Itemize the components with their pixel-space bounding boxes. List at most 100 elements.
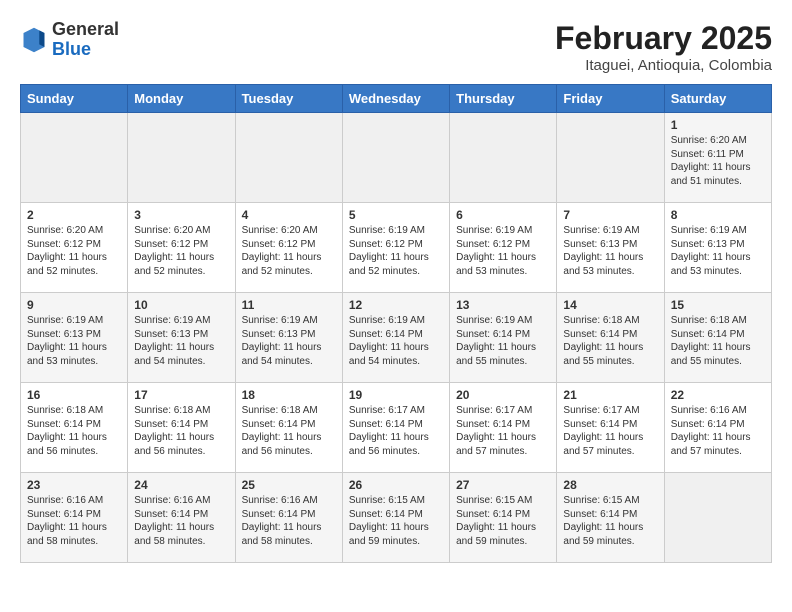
day-info: Sunrise: 6:18 AM Sunset: 6:14 PM Dayligh… — [134, 404, 228, 458]
day-info: Sunrise: 6:20 AM Sunset: 6:12 PM Dayligh… — [242, 224, 336, 278]
calendar-cell: 1 Sunrise: 6:20 AM Sunset: 6:11 PM Daylig… — [664, 113, 771, 203]
day-number: 15 — [671, 298, 765, 312]
weekday-header-tuesday: Tuesday — [235, 85, 342, 113]
day-info: Sunrise: 6:17 AM Sunset: 6:14 PM Dayligh… — [456, 404, 550, 458]
calendar-cell: 11 Sunrise: 6:19 AM Sunset: 6:13 PM Dayli… — [235, 293, 342, 383]
calendar-cell: 18 Sunrise: 6:18 AM Sunset: 6:14 PM Dayli… — [235, 383, 342, 473]
weekday-header-row: SundayMondayTuesdayWednesdayThursdayFrid… — [21, 85, 772, 113]
day-info: Sunrise: 6:19 AM Sunset: 6:12 PM Dayligh… — [349, 224, 443, 278]
calendar-cell: 5 Sunrise: 6:19 AM Sunset: 6:12 PM Daylig… — [342, 203, 449, 293]
day-number: 19 — [349, 388, 443, 402]
calendar-cell: 3 Sunrise: 6:20 AM Sunset: 6:12 PM Daylig… — [128, 203, 235, 293]
calendar-cell: 23Sunrise: 6:16 AM Sunset: 6:14 PM Dayli… — [21, 473, 128, 563]
day-info: Sunrise: 6:19 AM Sunset: 6:13 PM Dayligh… — [242, 314, 336, 368]
day-number: 1 — [671, 118, 765, 132]
logo-icon — [20, 26, 48, 54]
day-info: Sunrise: 6:17 AM Sunset: 6:14 PM Dayligh… — [563, 404, 657, 458]
calendar-cell: 14 Sunrise: 6:18 AM Sunset: 6:14 PM Dayli… — [557, 293, 664, 383]
day-number: 12 — [349, 298, 443, 312]
title-block: February 2025 Itaguei, Antioquia, Colomb… — [555, 20, 772, 74]
weekday-header-monday: Monday — [128, 85, 235, 113]
calendar-table: SundayMondayTuesdayWednesdayThursdayFrid… — [20, 84, 772, 563]
day-number: 11 — [242, 298, 336, 312]
calendar-cell: 10 Sunrise: 6:19 AM Sunset: 6:13 PM Dayli… — [128, 293, 235, 383]
day-info: Sunrise: 6:19 AM Sunset: 6:12 PM Dayligh… — [456, 224, 550, 278]
calendar-cell: 4 Sunrise: 6:20 AM Sunset: 6:12 PM Daylig… — [235, 203, 342, 293]
weekday-header-sunday: Sunday — [21, 85, 128, 113]
calendar-cell: 8 Sunrise: 6:19 AM Sunset: 6:13 PM Daylig… — [664, 203, 771, 293]
day-number: 6 — [456, 208, 550, 222]
page-header: General Blue February 2025 Itaguei, Anti… — [20, 20, 772, 74]
calendar-cell — [557, 113, 664, 203]
day-number: 27 — [456, 478, 550, 492]
weekday-header-thursday: Thursday — [450, 85, 557, 113]
logo: General Blue — [20, 20, 119, 60]
day-number: 21 — [563, 388, 657, 402]
calendar-cell: 7 Sunrise: 6:19 AM Sunset: 6:13 PM Daylig… — [557, 203, 664, 293]
calendar-cell: 22 Sunrise: 6:16 AM Sunset: 6:14 PM Dayli… — [664, 383, 771, 473]
week-row-1: 1 Sunrise: 6:20 AM Sunset: 6:11 PM Daylig… — [21, 113, 772, 203]
week-row-5: 23 Sunrise: 6:16 AM Sunset: 6:14 PM Dayli… — [21, 473, 772, 563]
calendar-cell: 15Sunrise: 6:18 AM Sunset: 6:14 PM Dayli… — [664, 293, 771, 383]
day-number: 10 — [134, 298, 228, 312]
day-info: Sunrise: 6:16 AM Sunset: 6:14 PM Dayligh… — [671, 404, 765, 458]
day-number: 26 — [349, 478, 443, 492]
calendar-cell: 6 Sunrise: 6:19 AM Sunset: 6:12 PM Daylig… — [450, 203, 557, 293]
day-number: 7 — [563, 208, 657, 222]
week-row-4: 16Sunrise: 6:18 AM Sunset: 6:14 PM Dayli… — [21, 383, 772, 473]
day-number: 18 — [242, 388, 336, 402]
day-info: Sunrise: 6:17 AM Sunset: 6:14 PM Dayligh… — [349, 404, 443, 458]
week-row-2: 2 Sunrise: 6:20 AM Sunset: 6:12 PM Daylig… — [21, 203, 772, 293]
day-info: Sunrise: 6:16 AM Sunset: 6:14 PM Dayligh… — [242, 494, 336, 548]
day-number: 22 — [671, 388, 765, 402]
day-number: 4 — [242, 208, 336, 222]
day-number: 24 — [134, 478, 228, 492]
day-info: Sunrise: 6:20 AM Sunset: 6:12 PM Dayligh… — [134, 224, 228, 278]
day-info: Sunrise: 6:18 AM Sunset: 6:14 PM Dayligh… — [242, 404, 336, 458]
weekday-header-friday: Friday — [557, 85, 664, 113]
day-number: 5 — [349, 208, 443, 222]
day-info: Sunrise: 6:15 AM Sunset: 6:14 PM Dayligh… — [349, 494, 443, 548]
day-info: Sunrise: 6:20 AM Sunset: 6:12 PM Dayligh… — [27, 224, 121, 278]
calendar-cell: 17 Sunrise: 6:18 AM Sunset: 6:14 PM Dayli… — [128, 383, 235, 473]
calendar-cell: 12 Sunrise: 6:19 AM Sunset: 6:14 PM Dayli… — [342, 293, 449, 383]
day-info: Sunrise: 6:18 AM Sunset: 6:14 PM Dayligh… — [27, 404, 121, 458]
calendar-cell: 2 Sunrise: 6:20 AM Sunset: 6:12 PM Daylig… — [21, 203, 128, 293]
calendar-cell: 27 Sunrise: 6:15 AM Sunset: 6:14 PM Dayli… — [450, 473, 557, 563]
day-number: 23 — [27, 478, 121, 492]
calendar-cell — [664, 473, 771, 563]
day-info: Sunrise: 6:19 AM Sunset: 6:13 PM Dayligh… — [563, 224, 657, 278]
day-info: Sunrise: 6:19 AM Sunset: 6:13 PM Dayligh… — [671, 224, 765, 278]
day-number: 8 — [671, 208, 765, 222]
day-number: 17 — [134, 388, 228, 402]
day-number: 3 — [134, 208, 228, 222]
weekday-header-wednesday: Wednesday — [342, 85, 449, 113]
day-info: Sunrise: 6:19 AM Sunset: 6:14 PM Dayligh… — [349, 314, 443, 368]
weekday-header-saturday: Saturday — [664, 85, 771, 113]
calendar-cell — [235, 113, 342, 203]
day-info: Sunrise: 6:18 AM Sunset: 6:14 PM Dayligh… — [563, 314, 657, 368]
day-number: 2 — [27, 208, 121, 222]
calendar-cell: 28Sunrise: 6:15 AM Sunset: 6:14 PM Dayli… — [557, 473, 664, 563]
day-info: Sunrise: 6:19 AM Sunset: 6:13 PM Dayligh… — [27, 314, 121, 368]
calendar-cell: 20Sunrise: 6:17 AM Sunset: 6:14 PM Dayli… — [450, 383, 557, 473]
day-info: Sunrise: 6:15 AM Sunset: 6:14 PM Dayligh… — [563, 494, 657, 548]
day-info: Sunrise: 6:15 AM Sunset: 6:14 PM Dayligh… — [456, 494, 550, 548]
location-subtitle: Itaguei, Antioquia, Colombia — [555, 57, 772, 74]
calendar-cell: 19 Sunrise: 6:17 AM Sunset: 6:14 PM Dayli… — [342, 383, 449, 473]
calendar-cell: 26 Sunrise: 6:15 AM Sunset: 6:14 PM Dayli… — [342, 473, 449, 563]
day-number: 14 — [563, 298, 657, 312]
week-row-3: 9 Sunrise: 6:19 AM Sunset: 6:13 PM Daylig… — [21, 293, 772, 383]
calendar-cell: 13Sunrise: 6:19 AM Sunset: 6:14 PM Dayli… — [450, 293, 557, 383]
calendar-cell: 9 Sunrise: 6:19 AM Sunset: 6:13 PM Daylig… — [21, 293, 128, 383]
day-info: Sunrise: 6:20 AM Sunset: 6:11 PM Dayligh… — [671, 134, 765, 188]
logo-text: General Blue — [52, 20, 119, 60]
calendar-cell — [128, 113, 235, 203]
calendar-cell — [21, 113, 128, 203]
day-info: Sunrise: 6:19 AM Sunset: 6:13 PM Dayligh… — [134, 314, 228, 368]
day-number: 9 — [27, 298, 121, 312]
day-number: 25 — [242, 478, 336, 492]
month-year-title: February 2025 — [555, 20, 772, 57]
calendar-cell: 25 Sunrise: 6:16 AM Sunset: 6:14 PM Dayli… — [235, 473, 342, 563]
day-info: Sunrise: 6:19 AM Sunset: 6:14 PM Dayligh… — [456, 314, 550, 368]
